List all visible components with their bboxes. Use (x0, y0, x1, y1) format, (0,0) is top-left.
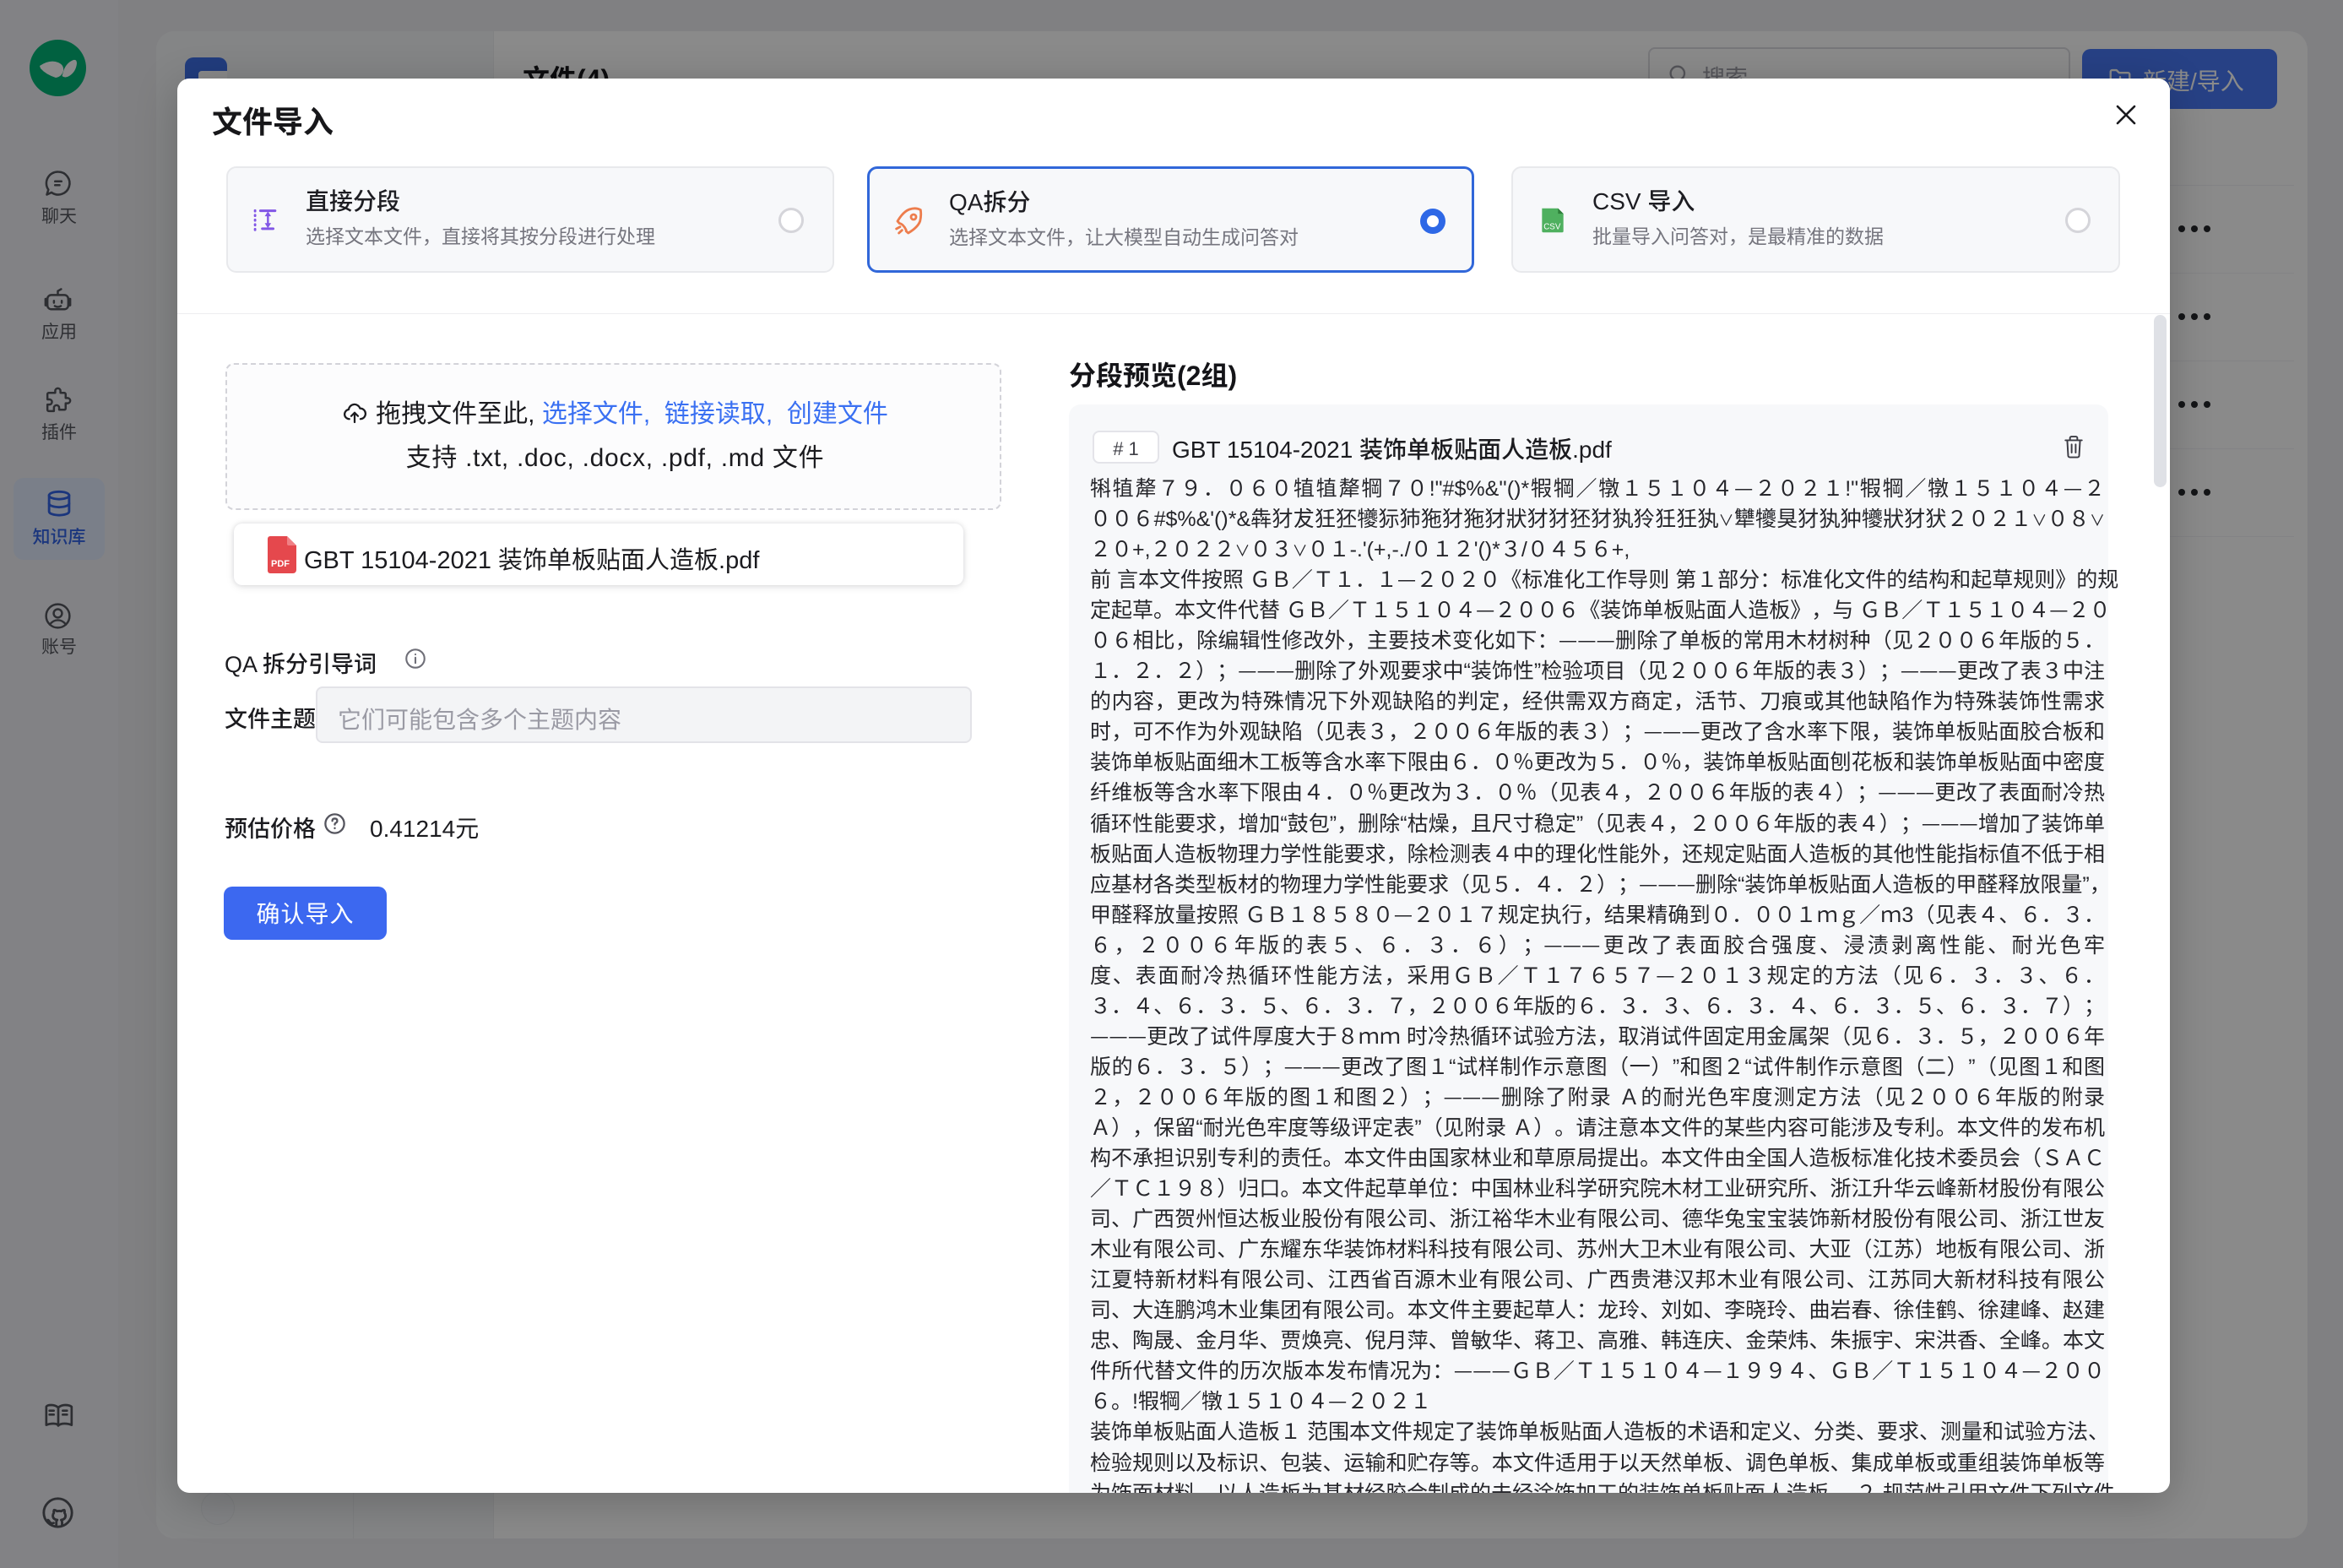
svg-text:CSV: CSV (1543, 222, 1561, 231)
svg-text:PDF: PDF (271, 559, 290, 569)
